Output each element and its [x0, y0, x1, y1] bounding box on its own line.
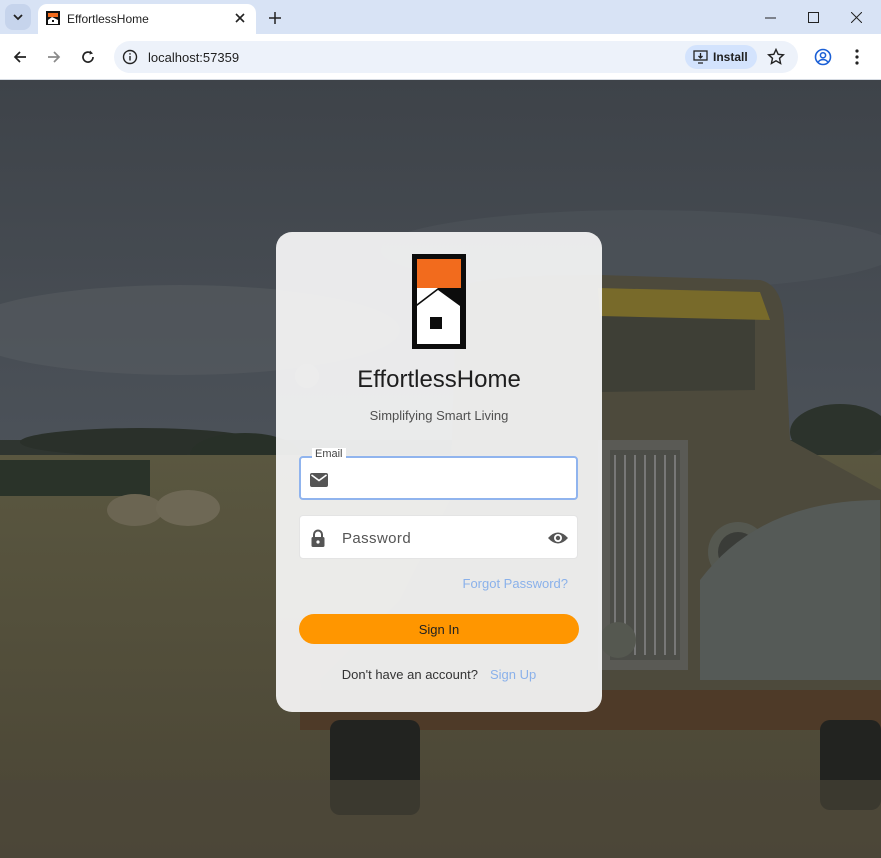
url-text[interactable]: localhost:57359: [148, 50, 239, 65]
chevron-down-icon: [13, 14, 23, 21]
sign-in-button[interactable]: Sign In: [299, 614, 579, 644]
maximize-icon: [807, 11, 819, 23]
address-bar[interactable]: localhost:57359 Install: [114, 41, 798, 73]
password-placeholder: Password: [342, 530, 412, 547]
minimize-button[interactable]: [760, 8, 780, 26]
forgot-password-link[interactable]: Forgot Password?: [463, 576, 569, 591]
forward-icon: [48, 51, 61, 63]
forward-button[interactable]: [43, 46, 65, 68]
plus-icon: [269, 12, 281, 24]
maximize-button[interactable]: [803, 8, 823, 26]
password-field[interactable]: Password: [299, 515, 578, 559]
login-card: EffortlessHome Simplifying Smart Living …: [276, 232, 602, 712]
close-window-button[interactable]: [846, 8, 866, 26]
menu-icon: [855, 49, 859, 65]
app-logo-icon: [412, 254, 466, 349]
tab-close-button[interactable]: [232, 10, 248, 26]
back-button[interactable]: [9, 46, 31, 68]
install-button[interactable]: Install: [685, 45, 757, 69]
tab-search-button[interactable]: [5, 4, 31, 30]
email-label: Email: [312, 448, 346, 460]
app-favicon-icon: [46, 11, 60, 25]
reload-icon: [82, 50, 94, 63]
profile-icon: [814, 48, 832, 66]
browser-toolbar: localhost:57359 Install: [0, 34, 881, 80]
title-bar: EffortlessHome: [0, 0, 881, 34]
back-icon: [13, 51, 26, 63]
signup-row: Don't have an account? Sign Up: [276, 667, 602, 682]
tab-title: EffortlessHome: [67, 12, 149, 26]
sign-up-link[interactable]: Sign Up: [490, 667, 536, 682]
install-icon: [693, 50, 708, 64]
app-tagline: Simplifying Smart Living: [369, 408, 509, 423]
web-page: EffortlessHome Simplifying Smart Living …: [0, 80, 881, 858]
mail-icon: [310, 473, 328, 487]
no-account-text: Don't have an account?: [341, 667, 478, 682]
profile-button[interactable]: [812, 46, 834, 68]
reload-button[interactable]: [77, 46, 99, 68]
close-icon: [235, 13, 245, 23]
eye-icon[interactable]: [547, 530, 569, 546]
menu-button[interactable]: [846, 46, 868, 68]
sign-in-label: Sign In: [418, 621, 460, 637]
app-name: EffortlessHome: [357, 366, 521, 393]
lock-icon: [311, 529, 325, 547]
install-label: Install: [713, 50, 748, 64]
info-icon[interactable]: [122, 49, 138, 65]
browser-tab[interactable]: EffortlessHome: [38, 4, 256, 34]
minimize-icon: [764, 17, 776, 18]
email-field[interactable]: Email: [299, 448, 578, 500]
close-window-icon: [850, 11, 862, 23]
new-tab-button[interactable]: [265, 8, 285, 28]
star-icon[interactable]: [767, 48, 785, 66]
